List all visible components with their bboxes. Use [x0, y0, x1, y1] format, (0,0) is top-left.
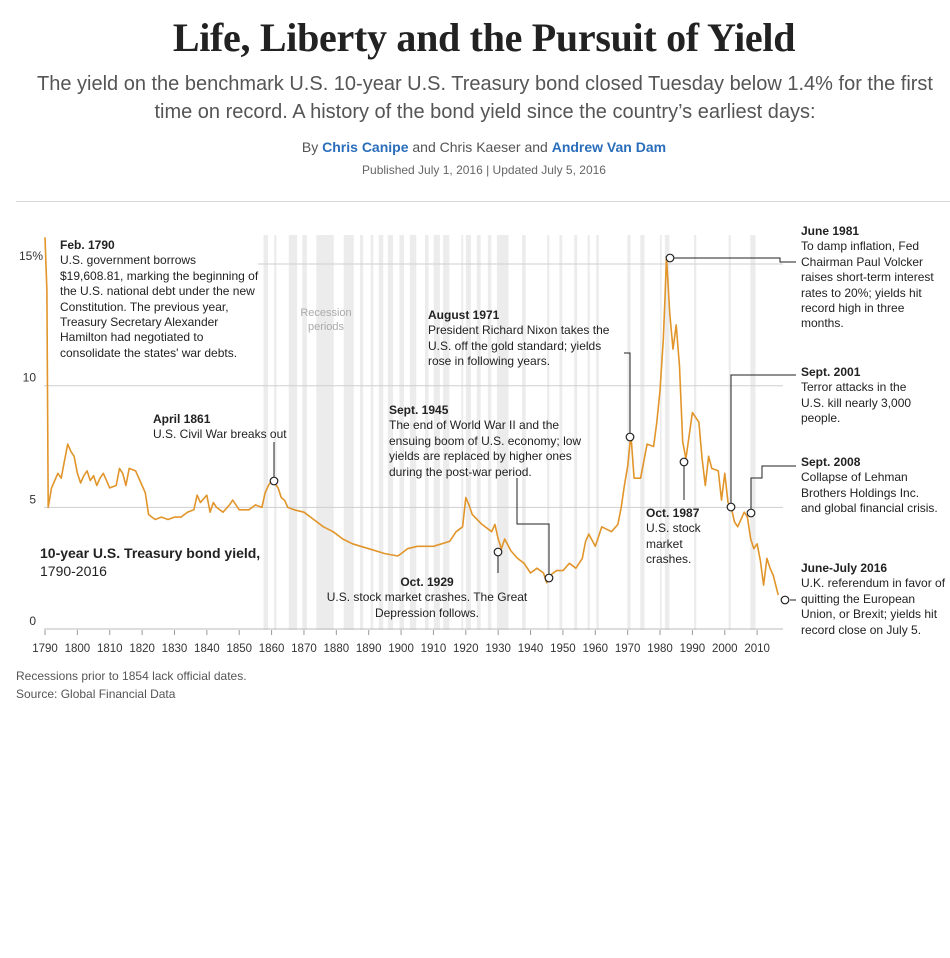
x-tick-label: 1910 [421, 643, 447, 655]
x-tick-label: 1940 [518, 643, 544, 655]
annotation-body: U.S. stock market crashes. [646, 521, 701, 567]
annotation-title: Sept. 2008 [801, 455, 861, 469]
publish-date: Published July 1, 2016 | Updated July 5,… [362, 163, 606, 177]
x-tick-label: 2000 [712, 643, 738, 655]
annotation-body: Terror attacks in the U.S. kill nearly 3… [801, 380, 912, 426]
x-tick-label: 1920 [453, 643, 479, 655]
x-tick-label: 1960 [582, 643, 608, 655]
annotation-body: U.S. Civil War breaks out [153, 427, 287, 442]
x-tick-label: 1890 [356, 643, 382, 655]
annotation-jun-2016: June-July 2016 U.K. referendum in favor … [801, 561, 946, 638]
byline-prefix: By [301, 139, 319, 155]
annotation-body: To damp inflation, Fed Chairman Paul Vol… [801, 239, 934, 331]
x-tick-label: 1800 [65, 643, 91, 655]
annotation-oct-1929: Oct. 1929 U.S. stock market crashes. The… [322, 575, 532, 621]
x-tick-label: 1820 [129, 643, 155, 655]
annotation-sep-2001: Sept. 2001 Terror attacks in the U.S. ki… [801, 365, 931, 427]
annotation-title: Oct. 1929 [400, 575, 454, 589]
marker-sep-2008 [746, 508, 756, 518]
annotation-aug-1971: August 1971 President Richard Nixon take… [428, 308, 613, 370]
x-tick-label: 1990 [680, 643, 706, 655]
annotation-sep-2008: Sept. 2008 Collapse of Lehman Brothers H… [801, 455, 941, 517]
x-tick-label: 1810 [97, 643, 123, 655]
annotation-body: U.S. government borrows $19,608.81, mark… [60, 253, 259, 360]
marker-jun-1981 [665, 253, 675, 263]
recession-band [370, 235, 374, 630]
recession-band [378, 235, 384, 630]
x-tick-label: 1870 [291, 643, 317, 655]
x-tick-label: 1830 [162, 643, 188, 655]
recession-band [750, 235, 756, 630]
author-link-van-dam[interactable]: Andrew Van Dam [552, 139, 666, 155]
annotation-title: Sept. 2001 [801, 365, 861, 379]
annotation-body: President Richard Nixon takes the U.S. o… [428, 323, 610, 369]
byline: By Chris Canipe and Chris Kaeser and And… [0, 139, 950, 155]
x-tick-label: 1950 [550, 643, 576, 655]
annotation-oct-1987: Oct. 1987 U.S. stock market crashes. [646, 506, 716, 568]
x-tick-label: 1930 [485, 643, 511, 655]
y-tick-label: 5 [29, 492, 36, 506]
leader-sept-1945 [516, 478, 550, 578]
chart-title: 10-year U.S. Treasury bond yield, [40, 545, 261, 561]
leader-sep-2001 [730, 374, 796, 507]
annotation-body: Collapse of Lehman Brothers Holdings Inc… [801, 470, 938, 516]
subtitle: The yield on the benchmark U.S. 10-year … [36, 73, 933, 123]
x-tick-label: 1880 [324, 643, 350, 655]
annotation-title: Oct. 1987 [646, 506, 700, 520]
annotation-apr-1861: April 1861 U.S. Civil War breaks out [153, 412, 323, 443]
marker-apr-1861 [269, 476, 279, 486]
annotation-title: April 1861 [153, 412, 211, 426]
x-tick-label: 1860 [259, 643, 285, 655]
annotation-body: The end of World War II and the ensuing … [389, 418, 582, 479]
y-tick-label: 0 [29, 614, 36, 628]
annotation-title: June 1981 [801, 224, 860, 238]
annotation-jun-1981: June 1981 To damp inflation, Fed Chairma… [801, 224, 941, 332]
annotation-title: June-July 2016 [801, 561, 888, 575]
annotation-body: U.K. referendum in favor of quitting the… [801, 576, 946, 637]
y-tick-label: 10 [23, 371, 37, 385]
annotation-title: Feb. 1790 [60, 238, 115, 252]
page-title: Life, Liberty and the Pursuit of Yield [172, 15, 796, 60]
recession-band [343, 235, 354, 630]
recession-band [359, 235, 364, 630]
marker-sep-2001 [726, 502, 736, 512]
marker-oct-1929 [493, 547, 503, 557]
recession-label: Recession periods [300, 307, 352, 333]
x-tick-label: 1980 [647, 643, 673, 655]
x-tick-label: 1840 [194, 643, 220, 655]
marker-aug-1971 [625, 432, 635, 442]
x-tick-label: 1790 [32, 643, 58, 655]
marker-jun-2016 [780, 595, 790, 605]
x-tick-label: 1850 [226, 643, 252, 655]
x-tick-label: 1900 [388, 643, 414, 655]
leader-sep-2008 [750, 465, 796, 513]
author-link-canipe[interactable]: Chris Canipe [322, 139, 408, 155]
x-tick-label: 2010 [744, 643, 770, 655]
annotation-sept-1945: Sept. 1945 The end of World War II and t… [389, 403, 599, 480]
annotation-title: August 1971 [428, 308, 500, 322]
byline-middle: and Chris Kaeser and [412, 139, 548, 155]
chart-subtitle: 1790-2016 [40, 563, 107, 579]
annotation-title: Sept. 1945 [389, 403, 449, 417]
recession-band [660, 235, 662, 630]
leader-jun-1981 [670, 257, 796, 263]
x-tick-label: 1970 [615, 643, 641, 655]
footnote: Recessions prior to 1854 lack official d… [16, 669, 247, 683]
y-tick-label: 15% [19, 249, 43, 263]
recession-band [640, 235, 645, 630]
marker-oct-1987 [679, 457, 689, 467]
recession-band [694, 235, 697, 630]
marker-sept-1945 [544, 573, 554, 583]
source-note: Source: Global Financial Data [16, 687, 176, 701]
annotation-body: U.S. stock market crashes. The Great Dep… [326, 590, 528, 620]
annotation-feb-1790: Feb. 1790 U.S. government borrows $19,60… [60, 238, 260, 361]
series-label: 10-year U.S. Treasury bond yield, 1790-2… [40, 544, 260, 580]
divider [16, 201, 950, 202]
